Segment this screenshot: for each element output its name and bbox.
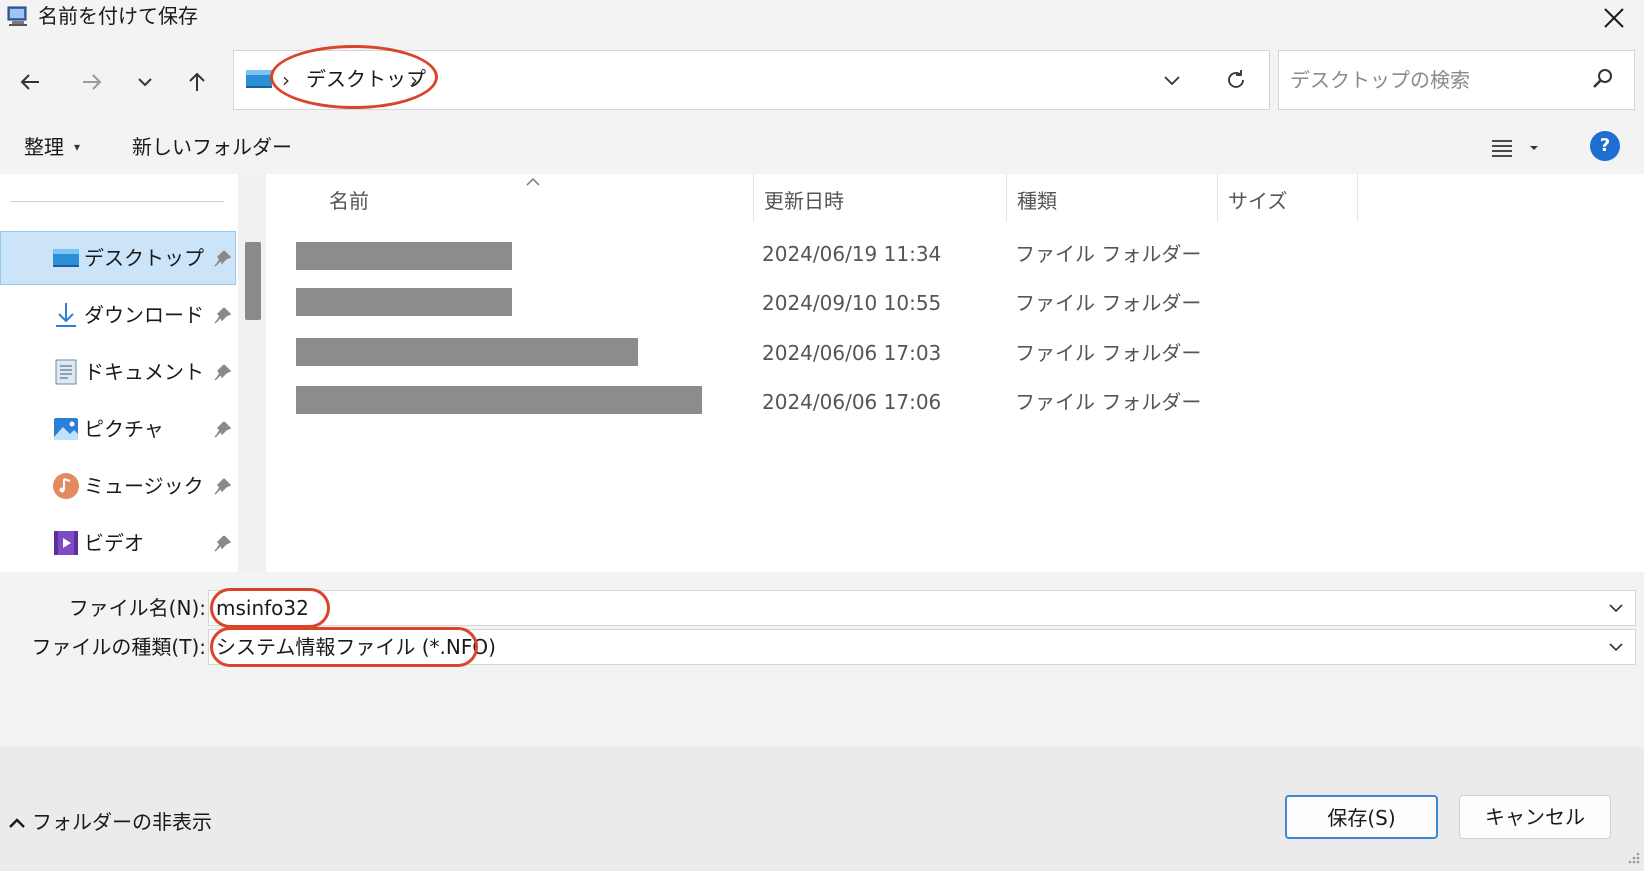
pin-icon[interactable] bbox=[212, 477, 232, 497]
chevron-down-icon bbox=[1164, 76, 1180, 86]
file-type: ファイル フォルダー bbox=[1015, 291, 1202, 315]
column-divider[interactable] bbox=[753, 174, 754, 222]
arrow-left-icon bbox=[20, 74, 39, 90]
filename-label: ファイル名(N): bbox=[68, 596, 206, 620]
column-divider[interactable] bbox=[1006, 174, 1007, 222]
pin-icon[interactable] bbox=[212, 306, 232, 326]
list-view-icon bbox=[1492, 140, 1512, 157]
chevron-down-icon[interactable] bbox=[1604, 596, 1628, 620]
sidebar-item-label: ドキュメント bbox=[84, 360, 204, 384]
arrow-up-icon bbox=[189, 72, 205, 91]
file-modified-date: 2024/09/10 10:55 bbox=[762, 291, 942, 315]
column-divider[interactable] bbox=[1357, 174, 1358, 222]
arrow-right-icon bbox=[83, 74, 102, 90]
column-header-type[interactable]: 種類 bbox=[1017, 186, 1057, 216]
document-icon bbox=[52, 358, 80, 386]
file-type: ファイル フォルダー bbox=[1015, 341, 1202, 365]
save-button[interactable]: 保存(S) bbox=[1285, 795, 1438, 839]
sidebar-item-label: ビデオ bbox=[84, 531, 144, 555]
file-modified-date: 2024/06/06 17:03 bbox=[762, 341, 942, 365]
redacted-file-name[interactable] bbox=[296, 338, 638, 366]
chevron-up-icon[interactable] bbox=[8, 815, 26, 829]
refresh-button[interactable] bbox=[1214, 60, 1258, 100]
download-icon bbox=[52, 301, 80, 329]
cancel-button[interactable]: キャンセル bbox=[1459, 795, 1611, 839]
sidebar-item-label: ダウンロード bbox=[84, 303, 204, 327]
forward-button[interactable] bbox=[72, 62, 112, 102]
sidebar-scrollbar-thumb[interactable] bbox=[245, 242, 261, 320]
redacted-file-name[interactable] bbox=[296, 386, 702, 414]
title-bar bbox=[0, 0, 1644, 40]
pin-icon[interactable] bbox=[212, 249, 232, 269]
file-modified-date: 2024/06/06 17:06 bbox=[762, 390, 942, 414]
file-type: ファイル フォルダー bbox=[1015, 242, 1202, 266]
back-button[interactable] bbox=[10, 62, 50, 102]
redacted-file-name[interactable] bbox=[296, 242, 512, 270]
pin-icon[interactable] bbox=[212, 534, 232, 554]
up-button[interactable] bbox=[177, 62, 217, 102]
search-placeholder[interactable]: デスクトップの検索 bbox=[1290, 66, 1470, 94]
filetype-label: ファイルの種類(T): bbox=[31, 635, 206, 659]
new-folder-button[interactable]: 新しいフォルダー bbox=[132, 132, 292, 162]
video-icon bbox=[52, 529, 80, 557]
file-type: ファイル フォルダー bbox=[1015, 390, 1202, 414]
sidebar-divider bbox=[10, 201, 224, 202]
sort-ascending-icon bbox=[526, 172, 540, 186]
pin-icon[interactable] bbox=[212, 420, 232, 440]
file-list bbox=[268, 174, 1644, 572]
breadcrumb-desktop[interactable]: デスクトップ bbox=[306, 64, 426, 94]
window-title: 名前を付けて保存 bbox=[38, 4, 198, 28]
column-header-modified[interactable]: 更新日時 bbox=[764, 186, 844, 216]
desktop-folder-icon bbox=[246, 68, 272, 90]
filename-value[interactable]: msinfo32 bbox=[216, 593, 309, 623]
address-history-dropdown[interactable] bbox=[1152, 62, 1192, 98]
pin-icon[interactable] bbox=[212, 363, 232, 383]
sidebar-item-label: ピクチャ bbox=[84, 417, 164, 441]
refresh-icon bbox=[1228, 70, 1244, 88]
help-button[interactable]: ? bbox=[1590, 131, 1620, 161]
sidebar-item-label: デスクトップ bbox=[84, 246, 204, 270]
view-options-button[interactable] bbox=[1490, 132, 1550, 164]
pictures-icon bbox=[52, 415, 80, 443]
hide-folders-toggle[interactable]: フォルダーの非表示 bbox=[32, 807, 212, 837]
column-header-name[interactable]: 名前 bbox=[329, 186, 369, 216]
organize-menu[interactable]: 整理 bbox=[24, 132, 64, 162]
chevron-down-icon[interactable] bbox=[1604, 635, 1628, 659]
sidebar-item-label: ミュージック bbox=[84, 474, 204, 498]
filename-input[interactable] bbox=[208, 590, 1636, 626]
caret-down-icon bbox=[1530, 146, 1538, 150]
column-divider[interactable] bbox=[1217, 174, 1218, 222]
sidebar-scrollbar[interactable] bbox=[238, 174, 266, 572]
file-modified-date: 2024/06/19 11:34 bbox=[762, 242, 942, 266]
recent-locations-button[interactable] bbox=[125, 62, 165, 102]
resize-grip-icon[interactable] bbox=[1622, 848, 1642, 868]
redacted-file-name[interactable] bbox=[296, 288, 512, 316]
save-dialog-app-icon bbox=[6, 4, 30, 28]
breadcrumb-separator[interactable]: › bbox=[282, 68, 290, 92]
close-icon bbox=[1604, 8, 1624, 28]
chevron-down-icon bbox=[138, 78, 152, 87]
search-icon[interactable] bbox=[1590, 66, 1616, 92]
close-button[interactable] bbox=[1584, 0, 1644, 36]
breadcrumb-separator[interactable]: › bbox=[410, 68, 418, 92]
caret-down-icon[interactable]: ▾ bbox=[74, 132, 80, 162]
music-icon bbox=[52, 472, 80, 500]
desktop-icon bbox=[52, 244, 80, 272]
filetype-value[interactable]: システム情報ファイル (*.NFO) bbox=[216, 632, 496, 662]
column-header-size[interactable]: サイズ bbox=[1228, 186, 1287, 216]
